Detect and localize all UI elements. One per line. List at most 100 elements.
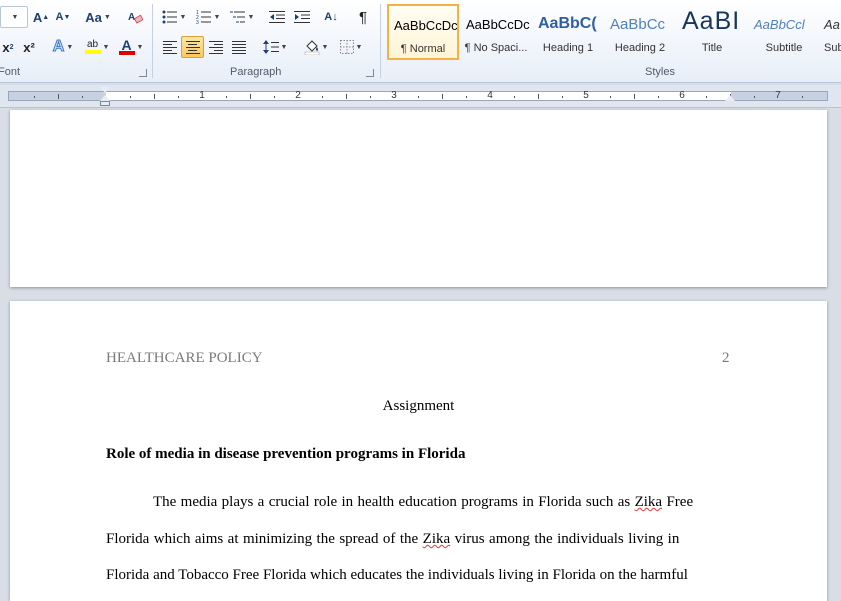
style-title[interactable]: AaBI Title xyxy=(677,4,747,60)
left-indent-marker[interactable] xyxy=(100,101,110,106)
ruler-tick xyxy=(514,96,515,98)
grow-font-button[interactable]: A ▲ xyxy=(31,6,51,28)
clear-formatting-icon: A xyxy=(128,12,143,24)
align-right-icon xyxy=(209,40,223,54)
justify-icon xyxy=(232,40,246,54)
right-indent-marker[interactable] xyxy=(725,95,735,101)
ruler-tick xyxy=(346,94,347,99)
font-color-button[interactable]: A ▼ xyxy=(116,36,146,58)
style-heading-2[interactable]: AaBbCc Heading 2 xyxy=(605,4,675,60)
ruler-number: 2 xyxy=(295,90,301,101)
ruler-tick xyxy=(130,96,131,98)
numbering-icon: 123 xyxy=(196,10,211,24)
chevron-down-icon: ▼ xyxy=(280,43,288,51)
ruler-tick xyxy=(658,96,659,98)
subscript-button[interactable]: x2 xyxy=(0,36,16,58)
styles-group-label: Styles xyxy=(645,66,675,78)
decrease-indent-button[interactable] xyxy=(266,6,288,28)
ruler-tick xyxy=(754,96,755,98)
justify-button[interactable] xyxy=(228,36,250,58)
misspelled-word[interactable]: Zika xyxy=(423,531,451,547)
font-size-dropdown[interactable]: ▼ xyxy=(0,6,28,28)
style-no-spacing[interactable]: AaBbCcDc ¶ No Spaci... xyxy=(461,4,531,60)
ruler-tick xyxy=(466,96,467,98)
chevron-down-icon: ▼ xyxy=(355,43,363,51)
change-case-button[interactable]: Aa ▼ xyxy=(84,6,112,28)
ruler-tick xyxy=(274,96,275,98)
ruler-tick xyxy=(562,96,563,98)
multilevel-list-button[interactable]: ▼ xyxy=(227,6,257,28)
chevron-down-icon: ▼ xyxy=(247,13,255,21)
numbering-button[interactable]: 1 2 3 ▼ xyxy=(193,6,223,28)
chevron-down-icon: ▼ xyxy=(11,13,19,21)
chevron-down-icon: ▼ xyxy=(213,13,221,21)
body-line-1: The media plays a crucial role in health… xyxy=(153,494,694,510)
ruler-number: 7 xyxy=(775,90,781,101)
sort-button[interactable]: A↓ xyxy=(320,6,342,28)
ruler-tick xyxy=(418,96,419,98)
align-left-button[interactable] xyxy=(159,36,181,58)
decrease-indent-icon xyxy=(269,11,285,23)
chevron-down-icon: ▼ xyxy=(136,43,144,51)
text-effects-button[interactable]: A ▼ xyxy=(50,36,76,58)
divider xyxy=(152,4,153,78)
style-subtle-emphasis[interactable]: Aa Sub xyxy=(821,4,841,60)
borders-button[interactable]: ▼ xyxy=(336,36,366,58)
ruler-tick xyxy=(34,96,35,98)
text-effects-icon: A xyxy=(52,38,65,56)
ribbon: ▼ A ▲ A ▼ Aa ▼ A x2 x² A ▼ ab ▼ A ▼ Font ▼ 1… xyxy=(0,0,841,83)
document-title: Assignment xyxy=(382,398,455,414)
highlight-button[interactable]: ab ▼ xyxy=(82,36,112,58)
increase-indent-icon xyxy=(294,11,310,23)
paragraph-group-label: Paragraph xyxy=(230,66,282,78)
ruler-tick xyxy=(802,96,803,98)
font-group-label: Font xyxy=(0,66,21,78)
paint-bucket-icon xyxy=(304,40,319,55)
style-normal[interactable]: AaBbCcDc ¶ Normal xyxy=(387,4,459,60)
ruler-tick xyxy=(322,96,323,98)
show-formatting-marks-button[interactable]: ¶ xyxy=(352,6,374,28)
ruler-number: 6 xyxy=(679,90,685,101)
superscript-button[interactable]: x² xyxy=(19,36,39,58)
font-color-bar xyxy=(118,51,135,55)
ruler-tick xyxy=(226,96,227,98)
line-spacing-icon xyxy=(262,40,279,54)
paragraph-dialog-launcher[interactable] xyxy=(366,69,374,77)
font-dialog-launcher[interactable] xyxy=(139,69,147,77)
ruler-tick xyxy=(250,94,251,99)
multilevel-list-icon xyxy=(229,11,245,23)
align-right-button[interactable] xyxy=(205,36,227,58)
misspelled-word[interactable]: Zika xyxy=(635,494,663,510)
shrink-font-button[interactable]: A ▼ xyxy=(53,6,73,28)
align-left-icon xyxy=(163,40,177,54)
section-heading: Role of media in disease prevention prog… xyxy=(106,446,466,462)
ruler-tick xyxy=(538,94,539,99)
first-line-indent-marker[interactable] xyxy=(100,87,110,93)
align-center-button[interactable] xyxy=(181,36,204,58)
chevron-down-icon: ▼ xyxy=(66,43,74,51)
clear-formatting-button[interactable]: A xyxy=(124,6,146,28)
running-head: HEALTHCARE POLICY xyxy=(106,350,263,366)
ruler-tick xyxy=(634,94,635,99)
styles-gallery: AaBbCcDc ¶ Normal AaBbCcDc ¶ No Spaci...… xyxy=(386,4,841,62)
align-center-icon xyxy=(185,40,200,54)
chevron-down-icon: ▼ xyxy=(179,13,187,21)
increase-indent-button[interactable] xyxy=(291,6,313,28)
style-subtitle[interactable]: AaBbCcl Subtitle xyxy=(749,4,819,60)
chevron-down-icon: ▼ xyxy=(103,13,111,21)
bullets-button[interactable]: ▼ xyxy=(159,6,189,28)
page-number: 2 xyxy=(722,350,730,366)
ruler-track: 1 2 3 4 5 6 7 xyxy=(8,90,828,101)
svg-text:3: 3 xyxy=(196,20,199,24)
ruler-number: 4 xyxy=(487,90,493,101)
ruler-tick xyxy=(58,94,59,99)
shading-button[interactable]: ▼ xyxy=(301,36,331,58)
ruler-tick xyxy=(82,96,83,98)
ruler-number: 3 xyxy=(391,90,397,101)
line-spacing-button[interactable]: ▼ xyxy=(260,36,290,58)
ruler-tick xyxy=(178,96,179,98)
borders-icon xyxy=(339,40,354,54)
ruler-tick xyxy=(370,96,371,98)
style-heading-1[interactable]: AaBbC( Heading 1 xyxy=(533,4,603,60)
horizontal-ruler[interactable]: 1 2 3 4 5 6 7 xyxy=(0,85,841,108)
